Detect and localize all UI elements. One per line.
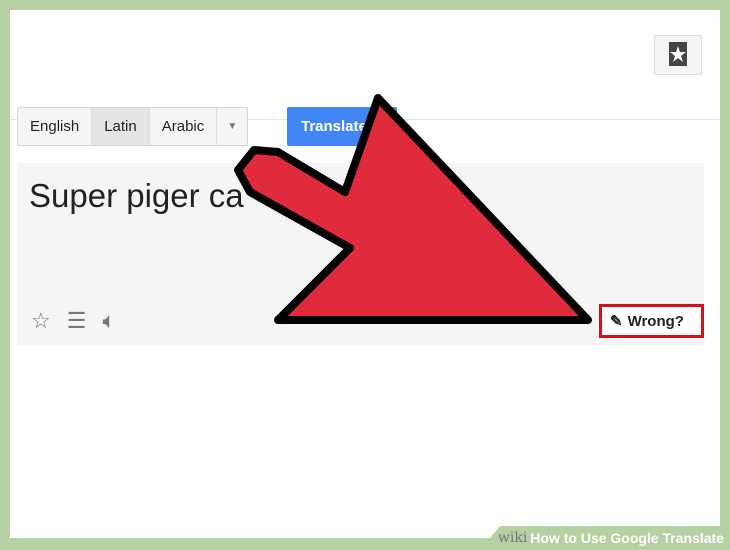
banner-title: How to Use Google Translate bbox=[530, 530, 724, 546]
arrow-shape bbox=[234, 94, 592, 324]
screenshot-frame: English Latin Arabic ▼ Translate Super p… bbox=[10, 10, 720, 538]
wikihow-banner: wiki How to Use Google Translate bbox=[480, 526, 730, 550]
red-arrow-annotation bbox=[234, 94, 592, 324]
banner-wiki: wiki bbox=[497, 530, 528, 546]
